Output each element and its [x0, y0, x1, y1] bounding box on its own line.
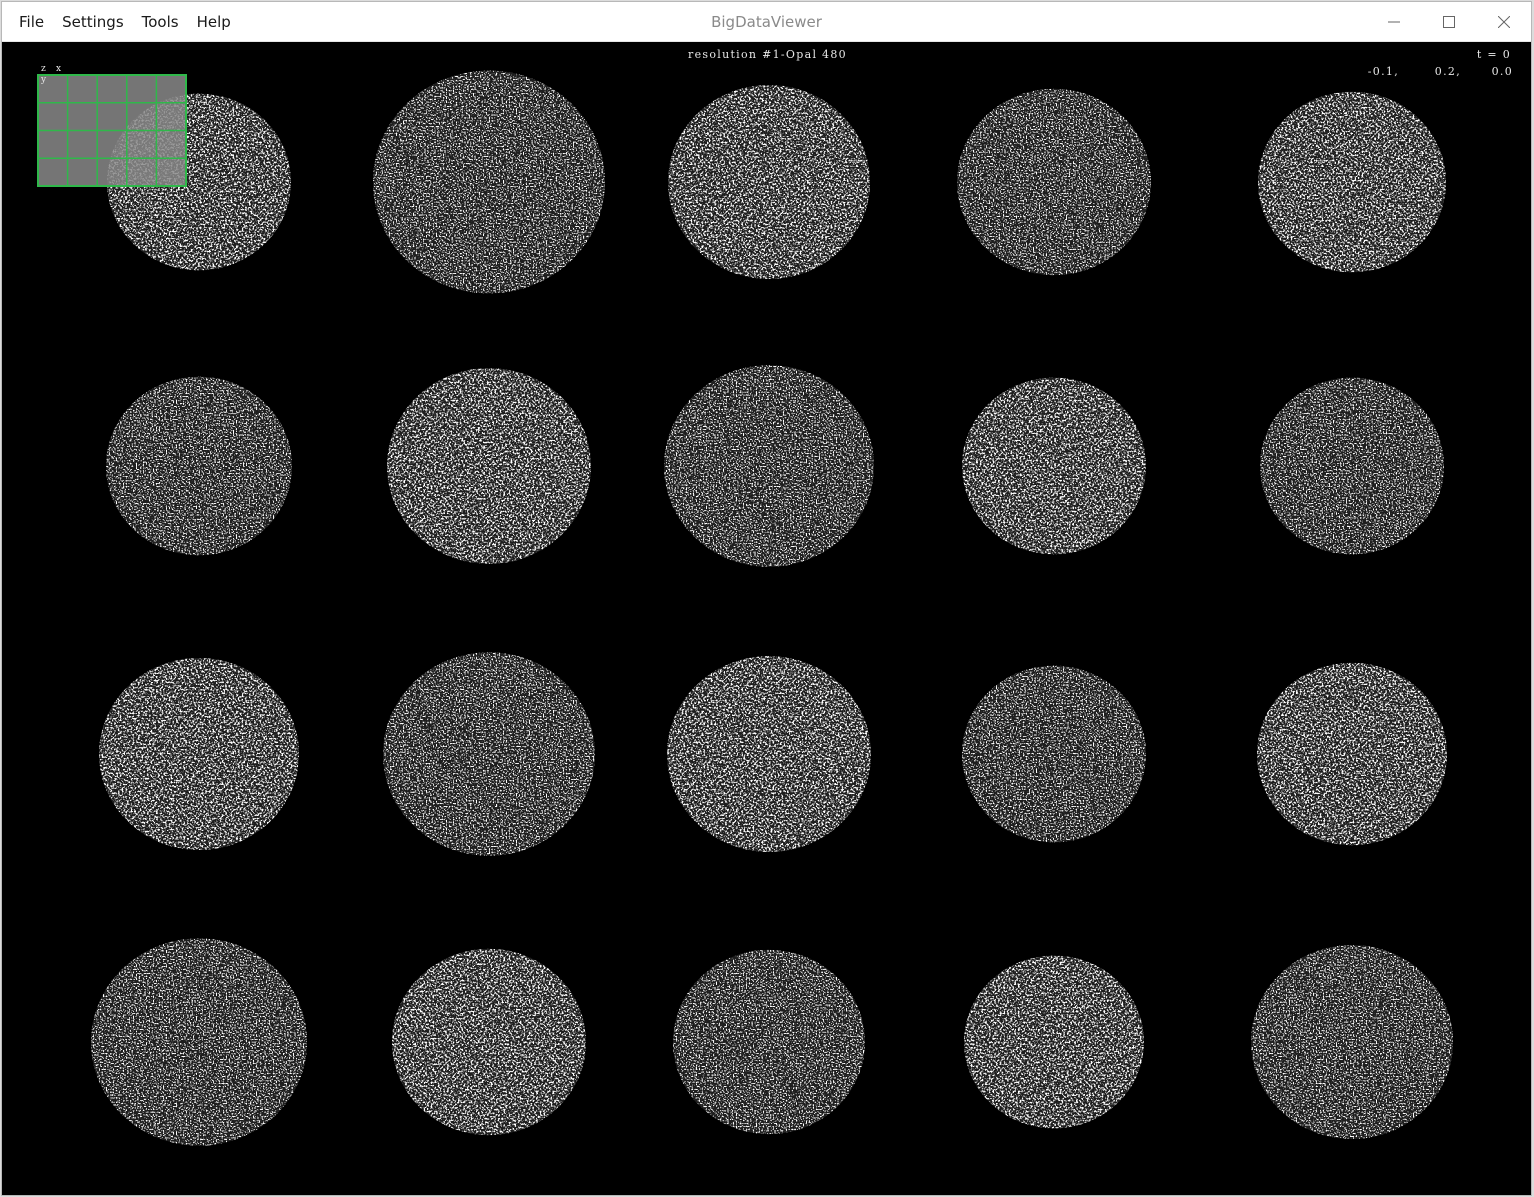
tissue-core-15: [1257, 662, 1447, 846]
tissue-core-2: [373, 70, 605, 294]
tissue-core-speckle: [106, 376, 292, 556]
resolution-label: resolution #1-Opal 480: [688, 48, 847, 61]
tissue-core-speckle: [373, 70, 605, 294]
tissue-core-speckle: [957, 88, 1151, 276]
axis-label-y: y: [41, 75, 48, 85]
tissue-core-13: [667, 656, 871, 852]
minimize-icon: [1387, 21, 1400, 23]
tissue-core-speckle: [667, 656, 871, 852]
tissue-core-18: [673, 949, 865, 1135]
tissue-core-speckle: [964, 955, 1144, 1129]
tissue-core-7: [387, 368, 591, 564]
tissue-core-speckle: [1251, 945, 1453, 1139]
tissue-core-19: [964, 955, 1144, 1129]
tissue-core-speckle: [1257, 662, 1447, 846]
tissue-core-5: [1258, 91, 1446, 273]
tissue-core-9: [962, 377, 1146, 555]
coordinate-x: -0.1,: [1367, 65, 1399, 78]
tissue-core-speckle: [668, 85, 870, 279]
tissue-core-3: [668, 85, 870, 279]
coordinate-z: 0.0: [1491, 65, 1513, 78]
image-viewer-canvas[interactable]: z x y resolution #1-Opal 480 t = 0 -0.1,…: [2, 42, 1532, 1196]
menu-tools[interactable]: Tools: [133, 9, 188, 35]
tissue-core-4: [957, 88, 1151, 276]
tissue-core-12: [383, 652, 595, 856]
overview-minimap: [37, 74, 187, 187]
tissue-core-20: [1251, 945, 1453, 1139]
tissue-core-11: [99, 658, 299, 850]
tissue-core-speckle: [962, 665, 1146, 843]
tissue-core-10: [1260, 377, 1444, 555]
title-bar: File Settings Tools Help BigDataViewer: [2, 2, 1531, 42]
app-window: File Settings Tools Help BigDataViewer z…: [1, 1, 1532, 1196]
tissue-core-speckle: [387, 368, 591, 564]
tissue-core-speckle: [1258, 91, 1446, 273]
tissue-core-speckle: [1260, 377, 1444, 555]
tissue-core-grid: [91, 70, 1453, 1146]
menu-file[interactable]: File: [10, 9, 53, 35]
tissue-core-speckle: [91, 938, 307, 1146]
axis-label-z: z: [41, 64, 47, 74]
menu-help[interactable]: Help: [188, 9, 240, 35]
coordinate-readout: -0.1, 0.2, 0.0: [1359, 65, 1513, 78]
coordinate-y: 0.2,: [1434, 65, 1461, 78]
close-button[interactable]: [1476, 2, 1531, 42]
close-icon: [1497, 16, 1510, 28]
maximize-icon: [1442, 16, 1455, 28]
tissue-core-speckle: [99, 658, 299, 850]
tissue-core-speckle: [392, 948, 586, 1136]
maximize-button[interactable]: [1421, 2, 1476, 42]
tissue-core-17: [392, 948, 586, 1136]
tissue-core-16: [91, 938, 307, 1146]
menu-bar: File Settings Tools Help: [2, 2, 240, 42]
tissue-core-speckle: [962, 377, 1146, 555]
tissue-core-8: [664, 365, 874, 567]
tissue-microarray-image[interactable]: [2, 42, 1532, 1196]
menu-settings[interactable]: Settings: [53, 9, 133, 35]
tissue-core-speckle: [383, 652, 595, 856]
minimize-button[interactable]: [1366, 2, 1421, 42]
tissue-core-speckle: [664, 365, 874, 567]
tissue-core-14: [962, 665, 1146, 843]
window-controls: [1366, 2, 1531, 42]
tissue-core-6: [106, 376, 292, 556]
timepoint-label: t = 0: [1476, 48, 1511, 61]
tissue-core-speckle: [673, 949, 865, 1135]
axis-label-x: x: [56, 64, 63, 74]
